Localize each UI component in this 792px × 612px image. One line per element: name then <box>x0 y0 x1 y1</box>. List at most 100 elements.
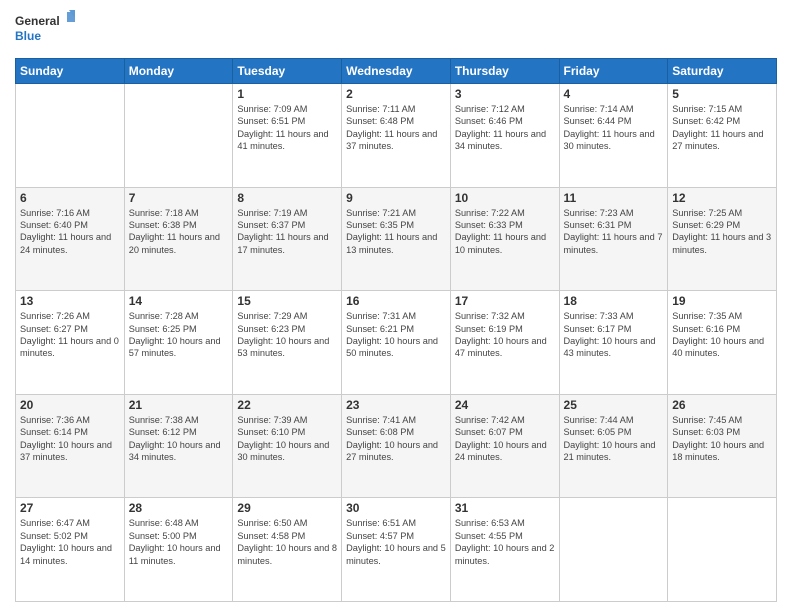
weekday-header-sunday: Sunday <box>16 59 125 84</box>
calendar-cell: 31 Sunrise: 6:53 AM Sunset: 4:55 PM Dayli… <box>450 498 559 602</box>
day-info: Sunrise: 7:19 AM Sunset: 6:37 PM Dayligh… <box>237 207 337 257</box>
calendar-cell: 19Sunrise: 7:35 AM Sunset: 6:16 PM Dayli… <box>668 291 777 395</box>
calendar-cell: 24 Sunrise: 7:42 AM Sunset: 6:07 PM Dayli… <box>450 394 559 498</box>
weekday-header-monday: Monday <box>124 59 233 84</box>
day-info: Sunrise: 7:44 AM Sunset: 6:05 PM Dayligh… <box>564 414 664 464</box>
weekday-header-tuesday: Tuesday <box>233 59 342 84</box>
calendar-cell: 14Sunrise: 7:28 AM Sunset: 6:25 PM Dayli… <box>124 291 233 395</box>
calendar-week-5: 27 Sunrise: 6:47 AM Sunset: 5:02 PM Dayli… <box>16 498 777 602</box>
day-number: 25 <box>564 398 664 412</box>
calendar-week-3: 13Sunrise: 7:26 AM Sunset: 6:27 PM Dayli… <box>16 291 777 395</box>
day-number: 18 <box>564 294 664 308</box>
day-number: 15 <box>237 294 337 308</box>
day-info: Sunrise: 7:42 AM Sunset: 6:07 PM Dayligh… <box>455 414 555 464</box>
day-info: Sunrise: 7:21 AM Sunset: 6:35 PM Dayligh… <box>346 207 446 257</box>
svg-text:Blue: Blue <box>15 29 41 43</box>
day-number: 30 <box>346 501 446 515</box>
day-number: 24 <box>455 398 555 412</box>
day-info: Sunrise: 7:14 AM Sunset: 6:44 PM Dayligh… <box>564 103 664 153</box>
calendar-cell: 15 Sunrise: 7:29 AM Sunset: 6:23 PM Dayli… <box>233 291 342 395</box>
header: General Blue <box>15 10 777 50</box>
calendar-table: SundayMondayTuesdayWednesdayThursdayFrid… <box>15 58 777 602</box>
calendar-cell <box>16 84 125 188</box>
day-info: Sunrise: 7:25 AM Sunset: 6:29 PM Dayligh… <box>672 207 772 257</box>
day-number: 19 <box>672 294 772 308</box>
day-info: Sunrise: 7:38 AM Sunset: 6:12 PM Dayligh… <box>129 414 229 464</box>
day-number: 26 <box>672 398 772 412</box>
weekday-header-row: SundayMondayTuesdayWednesdayThursdayFrid… <box>16 59 777 84</box>
day-info: Sunrise: 7:16 AM Sunset: 6:40 PM Dayligh… <box>20 207 120 257</box>
calendar-cell <box>124 84 233 188</box>
calendar-week-1: 1 Sunrise: 7:09 AM Sunset: 6:51 PM Daylig… <box>16 84 777 188</box>
day-info: Sunrise: 7:32 AM Sunset: 6:19 PM Dayligh… <box>455 310 555 360</box>
day-number: 3 <box>455 87 555 101</box>
calendar-cell: 13Sunrise: 7:26 AM Sunset: 6:27 PM Dayli… <box>16 291 125 395</box>
logo: General Blue <box>15 10 75 50</box>
day-number: 22 <box>237 398 337 412</box>
day-number: 10 <box>455 191 555 205</box>
calendar-cell: 7 Sunrise: 7:18 AM Sunset: 6:38 PM Daylig… <box>124 187 233 291</box>
day-number: 20 <box>20 398 120 412</box>
day-info: Sunrise: 7:31 AM Sunset: 6:21 PM Dayligh… <box>346 310 446 360</box>
day-info: Sunrise: 6:47 AM Sunset: 5:02 PM Dayligh… <box>20 517 120 567</box>
calendar-cell: 3 Sunrise: 7:12 AM Sunset: 6:46 PM Daylig… <box>450 84 559 188</box>
day-info: Sunrise: 7:36 AM Sunset: 6:14 PM Dayligh… <box>20 414 120 464</box>
day-info: Sunrise: 6:50 AM Sunset: 4:58 PM Dayligh… <box>237 517 337 567</box>
calendar-cell: 29 Sunrise: 6:50 AM Sunset: 4:58 PM Dayli… <box>233 498 342 602</box>
weekday-header-thursday: Thursday <box>450 59 559 84</box>
day-number: 7 <box>129 191 229 205</box>
day-info: Sunrise: 7:18 AM Sunset: 6:38 PM Dayligh… <box>129 207 229 257</box>
calendar-cell: 12Sunrise: 7:25 AM Sunset: 6:29 PM Dayli… <box>668 187 777 291</box>
day-info: Sunrise: 6:51 AM Sunset: 4:57 PM Dayligh… <box>346 517 446 567</box>
day-info: Sunrise: 7:22 AM Sunset: 6:33 PM Dayligh… <box>455 207 555 257</box>
day-info: Sunrise: 7:23 AM Sunset: 6:31 PM Dayligh… <box>564 207 664 257</box>
day-info: Sunrise: 7:09 AM Sunset: 6:51 PM Dayligh… <box>237 103 337 153</box>
day-number: 1 <box>237 87 337 101</box>
day-info: Sunrise: 7:11 AM Sunset: 6:48 PM Dayligh… <box>346 103 446 153</box>
page: General Blue SundayMondayTuesdayWednesda… <box>0 0 792 612</box>
calendar-cell: 8Sunrise: 7:19 AM Sunset: 6:37 PM Daylig… <box>233 187 342 291</box>
calendar-cell: 30 Sunrise: 6:51 AM Sunset: 4:57 PM Dayli… <box>342 498 451 602</box>
generalblue-logo: General Blue <box>15 10 75 50</box>
day-number: 17 <box>455 294 555 308</box>
calendar-cell <box>559 498 668 602</box>
day-info: Sunrise: 7:29 AM Sunset: 6:23 PM Dayligh… <box>237 310 337 360</box>
day-number: 11 <box>564 191 664 205</box>
svg-text:General: General <box>15 14 60 28</box>
calendar-cell: 6 Sunrise: 7:16 AM Sunset: 6:40 PM Daylig… <box>16 187 125 291</box>
calendar-cell: 1 Sunrise: 7:09 AM Sunset: 6:51 PM Daylig… <box>233 84 342 188</box>
calendar-cell: 2 Sunrise: 7:11 AM Sunset: 6:48 PM Daylig… <box>342 84 451 188</box>
calendar-cell: 27 Sunrise: 6:47 AM Sunset: 5:02 PM Dayli… <box>16 498 125 602</box>
weekday-header-saturday: Saturday <box>668 59 777 84</box>
day-number: 23 <box>346 398 446 412</box>
calendar-cell: 10 Sunrise: 7:22 AM Sunset: 6:33 PM Dayli… <box>450 187 559 291</box>
day-number: 2 <box>346 87 446 101</box>
weekday-header-wednesday: Wednesday <box>342 59 451 84</box>
day-number: 16 <box>346 294 446 308</box>
day-info: Sunrise: 7:45 AM Sunset: 6:03 PM Dayligh… <box>672 414 772 464</box>
calendar-week-4: 20 Sunrise: 7:36 AM Sunset: 6:14 PM Dayli… <box>16 394 777 498</box>
calendar-cell: 26 Sunrise: 7:45 AM Sunset: 6:03 PM Dayli… <box>668 394 777 498</box>
calendar-cell: 25 Sunrise: 7:44 AM Sunset: 6:05 PM Dayli… <box>559 394 668 498</box>
day-number: 13 <box>20 294 120 308</box>
day-number: 4 <box>564 87 664 101</box>
day-info: Sunrise: 7:12 AM Sunset: 6:46 PM Dayligh… <box>455 103 555 153</box>
day-number: 9 <box>346 191 446 205</box>
day-info: Sunrise: 7:33 AM Sunset: 6:17 PM Dayligh… <box>564 310 664 360</box>
day-number: 27 <box>20 501 120 515</box>
calendar-cell: 5Sunrise: 7:15 AM Sunset: 6:42 PM Daylig… <box>668 84 777 188</box>
day-number: 14 <box>129 294 229 308</box>
calendar-cell: 18 Sunrise: 7:33 AM Sunset: 6:17 PM Dayli… <box>559 291 668 395</box>
day-info: Sunrise: 7:39 AM Sunset: 6:10 PM Dayligh… <box>237 414 337 464</box>
day-number: 31 <box>455 501 555 515</box>
day-info: Sunrise: 6:53 AM Sunset: 4:55 PM Dayligh… <box>455 517 555 567</box>
day-number: 5 <box>672 87 772 101</box>
calendar-cell: 4 Sunrise: 7:14 AM Sunset: 6:44 PM Daylig… <box>559 84 668 188</box>
calendar-cell: 16 Sunrise: 7:31 AM Sunset: 6:21 PM Dayli… <box>342 291 451 395</box>
day-number: 6 <box>20 191 120 205</box>
calendar-cell: 20 Sunrise: 7:36 AM Sunset: 6:14 PM Dayli… <box>16 394 125 498</box>
calendar-cell: 17 Sunrise: 7:32 AM Sunset: 6:19 PM Dayli… <box>450 291 559 395</box>
day-number: 29 <box>237 501 337 515</box>
calendar-cell <box>668 498 777 602</box>
calendar-cell: 22 Sunrise: 7:39 AM Sunset: 6:10 PM Dayli… <box>233 394 342 498</box>
